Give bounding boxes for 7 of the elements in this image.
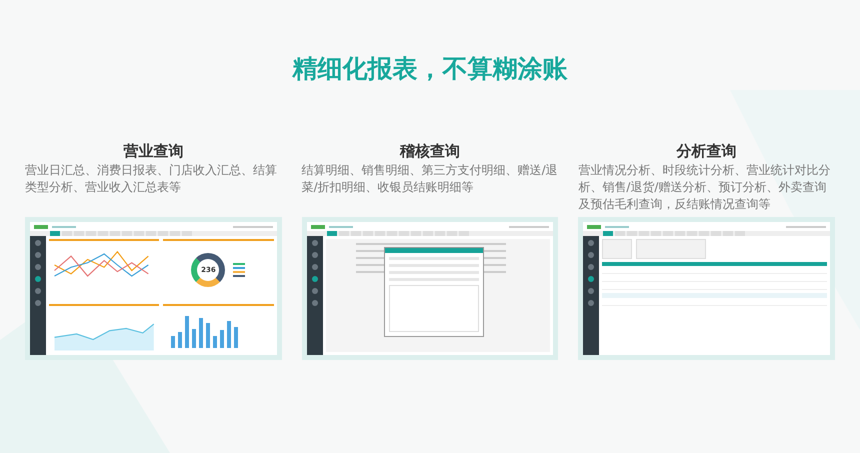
feature-heading: 稽核查询 xyxy=(398,140,461,162)
feature-description: 营业情况分析、时段统计分析、营业统计对比分析、销售/退货/赠送分析、预订分析、外卖查询及预估毛利查询，反结账情况查询等 xyxy=(578,162,832,213)
feature-heading: 分析查询 xyxy=(675,140,738,162)
feature-description: 结算明细、销售明细、第三方支付明细、赠送/退菜/折扣明细、收银员结账明细等 xyxy=(302,162,558,196)
feature-heading: 营业查询 xyxy=(122,140,184,162)
feature-description: 营业日汇总、消费日报表、门店收入汇总、结算类型分析、营业收入汇总表等 xyxy=(25,162,278,196)
page-title: 精细化报表，不算糊涂账 xyxy=(292,53,568,85)
